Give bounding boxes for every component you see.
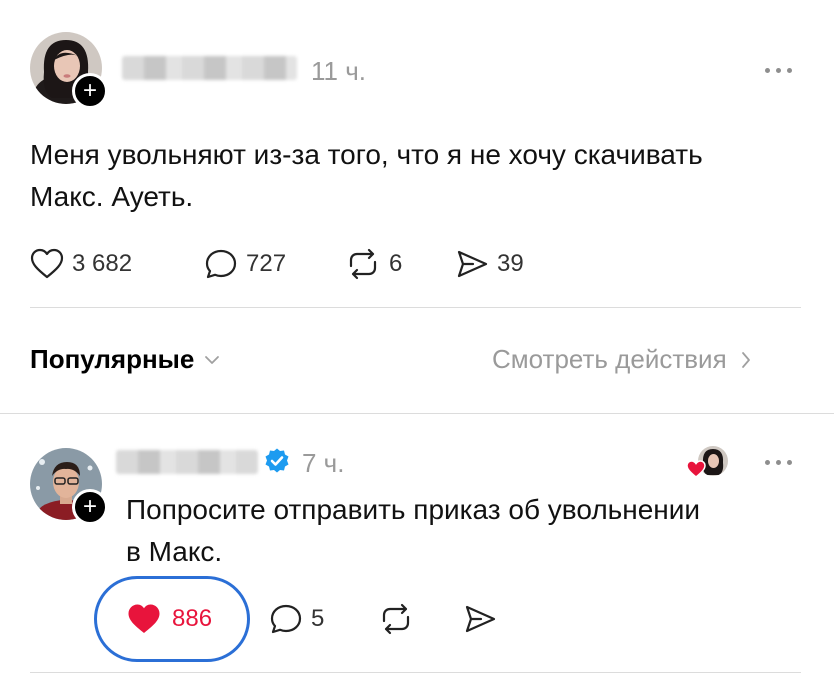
post-text-line-1: Меня увольняют из-за того, что я не хочу… — [30, 139, 703, 170]
comment-button[interactable]: 727 — [204, 248, 286, 280]
post-text-line-2: Макс. Ауеть. — [30, 181, 194, 212]
reply-comment-count: 5 — [311, 605, 325, 632]
repost-icon — [349, 248, 377, 280]
comment-icon — [205, 249, 237, 279]
like-button[interactable]: 3 682 — [30, 248, 132, 280]
view-activity-link[interactable]: Смотреть действия — [492, 344, 751, 375]
comment-icon — [270, 604, 302, 634]
post-divider — [30, 307, 801, 308]
chevron-right-icon — [741, 351, 750, 368]
heart-icon — [30, 248, 64, 279]
bottom-divider — [30, 672, 801, 673]
reply-like-button[interactable]: 886 — [126, 603, 212, 635]
reply-more-icon[interactable] — [765, 460, 792, 465]
reply-comment-button[interactable]: 5 — [269, 603, 324, 635]
liked-heart-icon — [686, 460, 706, 478]
chevron-down-icon — [205, 355, 220, 364]
main-post: + 11 ч. Меня увольняют из-за того, что я… — [0, 0, 834, 320]
repost-count: 6 — [389, 250, 403, 277]
post-text: Меня увольняют из-за того, что я не хочу… — [30, 134, 820, 218]
reply-post: + 7 ч. Попросите отправить приказ об уво… — [0, 414, 834, 686]
verified-badge-icon — [265, 448, 289, 473]
reply-text-line-2: в Макс. — [126, 536, 223, 567]
share-count: 39 — [497, 250, 524, 277]
share-icon — [465, 605, 496, 633]
author-name-redacted[interactable] — [122, 56, 297, 80]
more-icon[interactable] — [765, 68, 792, 73]
repost-icon — [382, 603, 410, 635]
reply-time: 7 ч. — [302, 448, 345, 478]
post-time: 11 ч. — [311, 56, 366, 86]
author-liked-indicator — [686, 444, 730, 480]
reply-repost-button[interactable] — [378, 603, 414, 635]
view-activity-label: Смотреть действия — [492, 344, 727, 374]
heart-filled-icon — [128, 604, 160, 633]
sort-label: Популярные — [30, 344, 195, 374]
sort-dropdown[interactable]: Популярные — [30, 344, 220, 375]
follow-plus-icon[interactable]: + — [72, 73, 108, 109]
repost-button[interactable]: 6 — [345, 248, 402, 280]
reply-author-name-redacted[interactable] — [116, 450, 258, 474]
reply-follow-plus-icon[interactable]: + — [72, 489, 108, 525]
reply-text: Попросите отправить приказ об увольнении… — [126, 489, 816, 573]
reply-text-line-1: Попросите отправить приказ об увольнении — [126, 494, 701, 525]
share-icon — [457, 250, 488, 278]
like-count: 3 682 — [72, 250, 133, 277]
comment-count: 727 — [246, 250, 287, 277]
share-button[interactable]: 39 — [455, 248, 524, 280]
reply-like-count: 886 — [172, 605, 213, 632]
reply-share-button[interactable] — [463, 603, 497, 635]
